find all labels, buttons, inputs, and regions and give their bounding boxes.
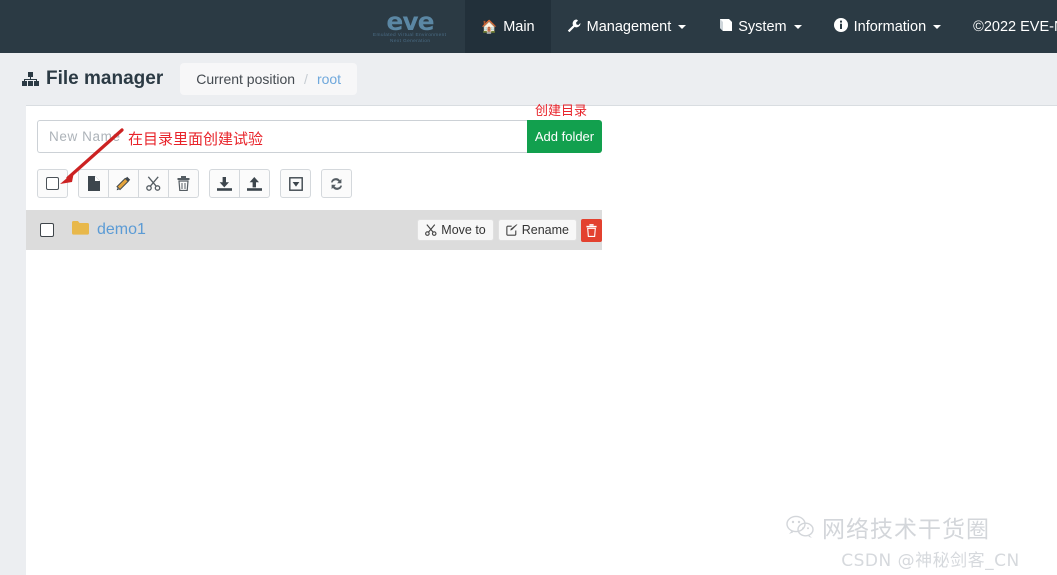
select-all-checkbox[interactable] [37,169,68,198]
sitemap-icon [22,72,39,86]
page-title: File manager [22,68,163,90]
box-arrow-down-icon [288,176,303,191]
trash-icon [586,223,597,237]
table-row[interactable]: demo1 Move to Rename [26,210,602,250]
folder-icon [72,220,89,240]
toolbar-group-refresh [321,169,352,198]
toolbar-group-file-ops [78,169,199,198]
toolbar-group-transfer [209,169,270,198]
row-checkbox[interactable] [40,223,54,237]
nav-item-management[interactable]: Management [551,0,703,53]
upload-icon [247,176,262,191]
page-header: File manager Current position / root [0,53,1057,105]
breadcrumb: Current position / root [180,63,358,95]
nav-item-management-label: Management [586,18,672,35]
app-root: eve Emulated Virtual Environment Next Ge… [0,0,1057,575]
new-file-button[interactable] [78,169,109,198]
delete-button[interactable] [168,169,199,198]
toolbar-group-extract [280,169,311,198]
book-icon [718,19,733,34]
brand-subtitle-line2: Next Generation [389,38,431,44]
nav-item-system-label: System [738,18,787,35]
new-folder-group: Add folder [37,120,602,153]
nav-item-information[interactable]: Information [818,0,958,53]
trash-icon [177,176,190,191]
chevron-down-icon [793,24,802,29]
file-manager-panel: Add folder [26,105,1057,575]
rename-button[interactable]: Rename [497,219,577,241]
refresh-icon [331,177,342,190]
nav-item-system[interactable]: System [702,0,817,53]
edit-square-icon [506,224,518,236]
info-circle-icon [833,18,848,35]
rename-label: Rename [521,223,569,237]
download-icon [217,176,232,191]
breadcrumb-label: Current position [196,71,296,87]
breadcrumb-separator: / [304,71,308,87]
scissors-icon [425,224,437,236]
row-delete-button[interactable] [581,218,602,242]
copyright-label: ©2022 EVE-NG [973,18,1057,35]
pencil-icon [116,176,131,191]
brand-subtitle-line1: Emulated Virtual Environment [373,32,447,38]
nav-item-main[interactable]: 🏠 Main [465,0,551,53]
file-toolbar [37,169,362,198]
edit-button[interactable] [108,169,139,198]
nav-item-information-label: Information [853,18,927,35]
nav-item-main-label: Main [503,18,535,35]
toolbar-group-select [37,169,68,198]
brand-logo-text: eve [386,7,434,36]
upload-button[interactable] [239,169,270,198]
navbar-left-spacer [0,0,355,53]
file-icon [88,176,100,191]
add-folder-button[interactable]: Add folder [527,120,602,153]
eve-ng-logo[interactable]: eve Emulated Virtual Environment Next Ge… [355,0,465,53]
new-name-input[interactable] [37,120,527,153]
move-to-label: Move to [441,223,486,237]
cut-button[interactable] [138,169,169,198]
download-button[interactable] [209,169,240,198]
breadcrumb-item-root[interactable]: root [317,71,341,87]
page-title-text: File manager [46,68,164,89]
file-name-link[interactable]: demo1 [97,221,146,239]
home-icon: 🏠 [481,18,498,34]
scissors-icon [146,176,161,191]
refresh-button[interactable] [321,169,352,198]
chevron-down-icon [678,24,687,29]
chevron-down-icon [933,24,942,29]
extract-button[interactable] [280,169,311,198]
checkbox-icon [46,177,59,190]
row-actions: Move to Rename [417,218,602,242]
wrench-icon [567,19,581,35]
top-navbar: eve Emulated Virtual Environment Next Ge… [0,0,1057,53]
move-to-button[interactable]: Move to [417,219,494,241]
